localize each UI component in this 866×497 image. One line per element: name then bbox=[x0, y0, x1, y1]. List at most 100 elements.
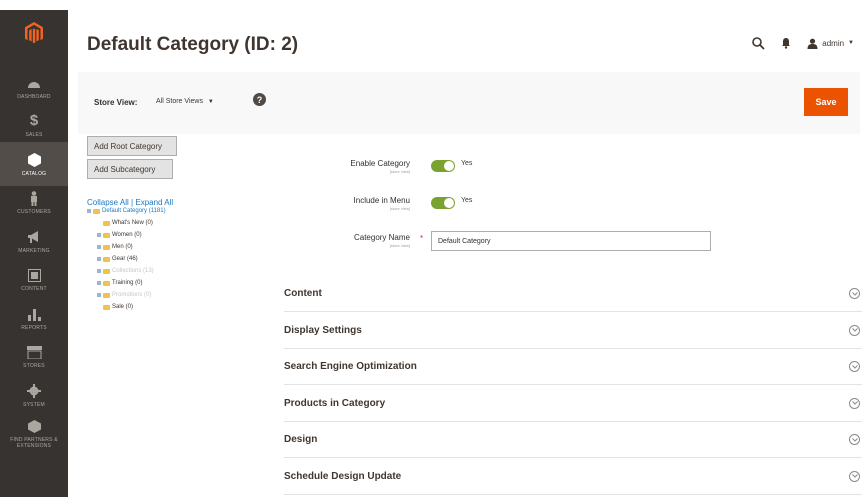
top-strip bbox=[0, 0, 866, 10]
enable-category-row: Enable Category [store view] Yes bbox=[268, 157, 828, 179]
chevron-down-icon[interactable] bbox=[849, 288, 860, 299]
tree-node[interactable]: Default Category (1181) bbox=[87, 208, 166, 214]
folder-icon bbox=[103, 292, 110, 298]
enable-category-toggle[interactable] bbox=[431, 160, 455, 172]
section-products-in-category[interactable]: Products in Category bbox=[284, 386, 862, 422]
store-view-label: Store View: bbox=[94, 98, 138, 107]
sidebar-item-label: SYSTEM bbox=[23, 401, 45, 408]
include-in-menu-scope: [store view] bbox=[389, 206, 410, 211]
category-name-input[interactable]: Default Category bbox=[431, 231, 711, 251]
chevron-down-icon[interactable] bbox=[849, 361, 860, 372]
store-view-selected: All Store Views bbox=[156, 98, 203, 105]
tree-node[interactable]: Gear (46) bbox=[97, 256, 138, 262]
sidebar-item-label: STORES bbox=[23, 363, 45, 369]
bar-chart-icon bbox=[26, 306, 42, 322]
sidebar-item-label: CATALOG bbox=[21, 170, 47, 177]
sidebar-item-label: SALES bbox=[25, 132, 43, 138]
expand-plus-icon[interactable] bbox=[97, 245, 101, 249]
category-name-label-block: Category Name [store view] bbox=[354, 233, 410, 248]
admin-user-menu[interactable]: admin ▼ bbox=[807, 38, 854, 49]
sidebar-item-content[interactable]: CONTENT bbox=[0, 258, 68, 302]
expand-plus-icon[interactable] bbox=[97, 269, 101, 273]
section-design[interactable]: Design bbox=[284, 422, 862, 458]
tree-node[interactable]: Sale (0) bbox=[97, 304, 133, 310]
tree-node[interactable]: What's New (0) bbox=[97, 220, 153, 226]
magento-logo[interactable] bbox=[0, 10, 68, 55]
sidebar-item-customers[interactable]: CUSTOMERS bbox=[0, 181, 68, 225]
dashboard-icon bbox=[26, 75, 42, 91]
chevron-down-icon[interactable] bbox=[849, 397, 860, 409]
expand-plus-icon[interactable] bbox=[97, 233, 101, 237]
expand-plus-icon[interactable] bbox=[97, 257, 101, 261]
tree-node[interactable]: Training (0) bbox=[97, 280, 142, 286]
tree-node-label: Sale (0) bbox=[112, 304, 134, 310]
folder-icon bbox=[103, 220, 110, 226]
sidebar-item-label: DASHBOARD bbox=[17, 93, 51, 100]
tree-node[interactable]: Collections (13) bbox=[97, 268, 154, 274]
tree-node-label: Men (0) bbox=[112, 244, 133, 250]
tree-node[interactable]: Men (0) bbox=[97, 244, 133, 250]
folder-icon bbox=[103, 280, 110, 286]
notifications-bell-icon[interactable] bbox=[779, 36, 793, 50]
save-button[interactable]: Save bbox=[804, 88, 848, 116]
tree-node[interactable]: Promotions (0) bbox=[97, 292, 151, 298]
tree-node[interactable]: Women (0) bbox=[97, 232, 142, 238]
sidebar-item-label: MARKETING bbox=[18, 247, 50, 254]
include-in-menu-label-block: Include in Menu [store view] bbox=[354, 196, 410, 211]
chevron-down-icon[interactable] bbox=[849, 470, 860, 482]
search-icon[interactable] bbox=[751, 36, 765, 50]
include-in-menu-toggle[interactable] bbox=[431, 197, 455, 209]
sidebar-item-catalog[interactable]: CATALOG bbox=[0, 142, 68, 186]
enable-category-label-block: Enable Category [store view] bbox=[350, 159, 410, 174]
chevron-down-icon[interactable] bbox=[849, 434, 860, 445]
user-icon bbox=[807, 38, 818, 49]
section-search-engine-optimization[interactable]: Search Engine Optimization bbox=[284, 349, 862, 385]
enable-category-value: Yes bbox=[461, 160, 473, 167]
store-icon bbox=[26, 344, 42, 360]
expand-plus-icon[interactable] bbox=[87, 209, 91, 213]
tree-node-label: Women (0) bbox=[112, 232, 142, 238]
dropdown-arrow-icon: ▼ bbox=[207, 99, 214, 105]
expand-plus-icon[interactable] bbox=[97, 293, 101, 297]
add-subcategory-button[interactable]: Add Subcategory bbox=[87, 159, 173, 179]
sidebar-item-find[interactable]: FIND PARTNERS & EXTENSIONS bbox=[0, 412, 68, 456]
sidebar-item-reports[interactable]: REPORTS bbox=[0, 296, 68, 340]
category-name-scope: [store view] bbox=[389, 243, 410, 248]
admin-sidebar: DASHBOARD $ SALES CATALOG CUSTOMERS MARKETING… bbox=[0, 10, 68, 497]
tree-node-label: Training (0) bbox=[112, 280, 143, 286]
add-root-category-button[interactable]: Add Root Category bbox=[87, 136, 177, 156]
sidebar-item-label: CUSTOMERS bbox=[17, 209, 51, 215]
sidebar-item-marketing[interactable]: MARKETING bbox=[0, 219, 68, 263]
collapse-all-link[interactable]: Collapse All bbox=[87, 198, 129, 207]
dollar-icon: $ bbox=[29, 112, 39, 129]
enable-category-label: Enable Category bbox=[350, 159, 410, 168]
section-title: Search Engine Optimization bbox=[284, 361, 417, 372]
section-display-settings[interactable]: Display Settings bbox=[284, 313, 862, 349]
expand-plus-icon[interactable] bbox=[97, 281, 101, 285]
help-icon[interactable]: ? bbox=[253, 93, 266, 106]
section-schedule-design-update[interactable]: Schedule Design Update bbox=[284, 459, 862, 495]
admin-username: admin bbox=[822, 38, 845, 48]
category-name-label: Category Name bbox=[353, 233, 410, 242]
store-view-switcher[interactable]: All Store Views ▼ bbox=[156, 98, 214, 105]
include-in-menu-label: Include in Menu bbox=[353, 196, 410, 205]
tree-expand-controls: Collapse All | Expand All bbox=[87, 198, 173, 207]
sidebar-item-stores[interactable]: STORES bbox=[0, 335, 68, 379]
folder-icon bbox=[103, 256, 110, 262]
folder-icon bbox=[93, 208, 100, 214]
expand-all-link[interactable]: Expand All bbox=[135, 198, 173, 207]
category-name-row: Category Name [store view] * Default Cat… bbox=[268, 231, 828, 253]
sidebar-item-sales[interactable]: $ SALES bbox=[0, 104, 68, 148]
link-separator: | bbox=[131, 198, 134, 207]
tree-node-label: Collections (13) bbox=[112, 268, 154, 274]
sidebar-item-system[interactable]: SYSTEM bbox=[0, 373, 68, 417]
tree-node-label: Default Category (1181) bbox=[102, 208, 166, 214]
sidebar-item-label: CONTENT bbox=[21, 286, 47, 292]
section-content[interactable]: Content bbox=[284, 276, 862, 312]
chevron-down-icon[interactable] bbox=[849, 324, 860, 336]
gear-icon bbox=[26, 383, 42, 399]
cube-icon bbox=[26, 152, 42, 168]
sidebar-item-dashboard[interactable]: DASHBOARD bbox=[0, 65, 68, 109]
partners-icon bbox=[26, 418, 42, 434]
enable-category-scope: [store view] bbox=[389, 169, 410, 174]
